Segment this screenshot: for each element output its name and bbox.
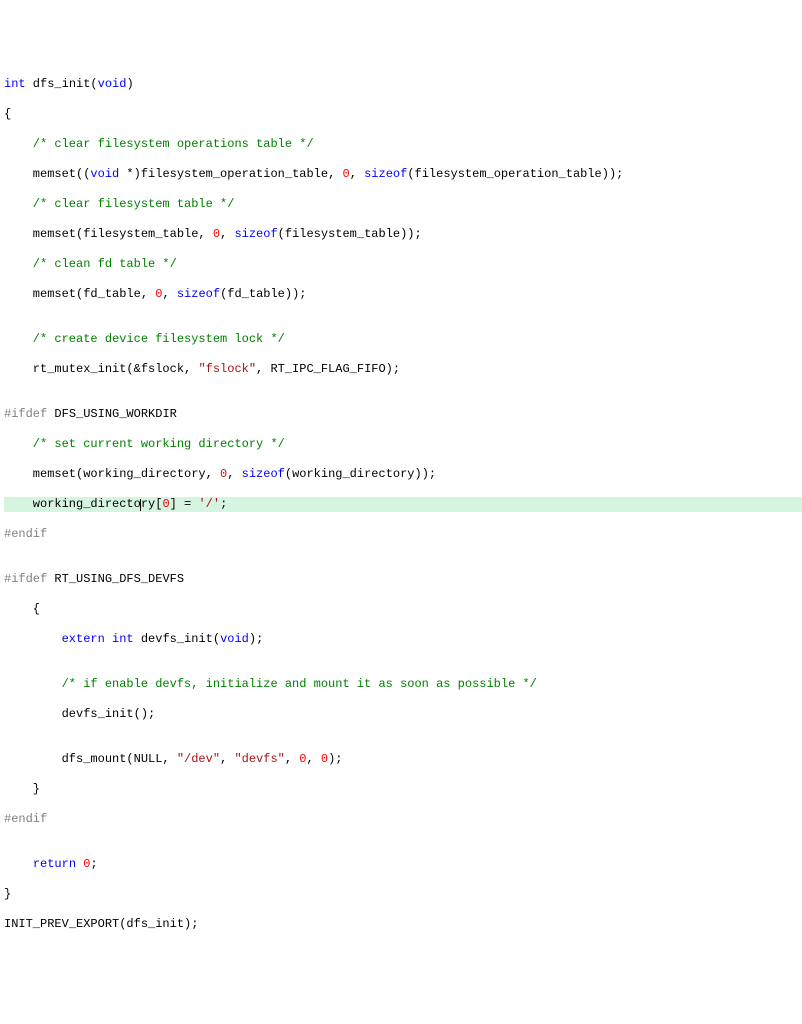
text	[105, 632, 112, 646]
keyword: return	[33, 857, 76, 871]
text: memset(fd_table,	[4, 287, 155, 301]
keyword: void	[98, 77, 127, 91]
keyword: extern	[62, 632, 105, 646]
text: ,	[227, 467, 241, 481]
code-line: /* if enable devfs, initialize and mount…	[4, 677, 802, 692]
text	[4, 632, 62, 646]
comment: /* if enable devfs, initialize and mount…	[4, 677, 537, 691]
preprocessor: #ifdef	[4, 572, 47, 586]
code-line: /* set current working directory */	[4, 437, 802, 452]
code-line: extern int devfs_init(void);	[4, 632, 802, 647]
text: )	[126, 77, 133, 91]
number: 0	[342, 167, 349, 181]
keyword: sizeof	[364, 167, 407, 181]
text: devfs_init(	[134, 632, 220, 646]
code-line: /* clear filesystem operations table */	[4, 137, 802, 152]
text: ;	[90, 857, 97, 871]
code-line: /* clear filesystem table */	[4, 197, 802, 212]
text	[4, 857, 33, 871]
code-line: #ifdef RT_USING_DFS_DEVFS	[4, 572, 802, 587]
comment: /* clear filesystem table */	[4, 197, 234, 211]
code-line: #endif	[4, 812, 802, 827]
text: ,	[162, 287, 176, 301]
text: (working_directory));	[285, 467, 436, 481]
code-line: return 0;	[4, 857, 802, 872]
text: ,	[306, 752, 320, 766]
text: RT_USING_DFS_DEVFS	[47, 572, 184, 586]
text: ;	[220, 497, 227, 511]
code-line: /* clean fd table */	[4, 257, 802, 272]
code-line: memset((void *)filesystem_operation_tabl…	[4, 167, 802, 182]
text: (fd_table));	[220, 287, 306, 301]
text: working_directo	[4, 497, 141, 511]
text: DFS_USING_WORKDIR	[47, 407, 177, 421]
string: "fslock"	[198, 362, 256, 376]
comment: /* set current working directory */	[4, 437, 285, 451]
keyword: sizeof	[242, 467, 285, 481]
code-line: memset(fd_table, 0, sizeof(fd_table));	[4, 287, 802, 302]
code-line: {	[4, 107, 802, 122]
text: rt_mutex_init(&fslock,	[4, 362, 198, 376]
comment: /* create device filesystem lock */	[4, 332, 285, 346]
preprocessor: #ifdef	[4, 407, 47, 421]
code-line: }	[4, 782, 802, 797]
code-line: dfs_mount(NULL, "/dev", "devfs", 0, 0);	[4, 752, 802, 767]
code-line-highlighted: working_directory[0] = '/';	[4, 497, 802, 512]
code-line: int dfs_init(void)	[4, 77, 802, 92]
string: '/'	[198, 497, 220, 511]
keyword: void	[220, 632, 249, 646]
code-line: memset(filesystem_table, 0, sizeof(files…	[4, 227, 802, 242]
text: (filesystem_operation_table));	[407, 167, 623, 181]
code-line: {	[4, 602, 802, 617]
code-line: #ifdef DFS_USING_WORKDIR	[4, 407, 802, 422]
code-line: devfs_init();	[4, 707, 802, 722]
preprocessor: #endif	[4, 812, 47, 826]
text: ,	[220, 752, 234, 766]
string: "/dev"	[177, 752, 220, 766]
keyword: sizeof	[234, 227, 277, 241]
text: (filesystem_table));	[278, 227, 422, 241]
text: ,	[285, 752, 299, 766]
keyword: int	[4, 77, 26, 91]
number: 0	[321, 752, 328, 766]
code-block: int dfs_init(void) { /* clear filesystem…	[4, 62, 802, 947]
text: dfs_init(	[26, 77, 98, 91]
code-line: /* create device filesystem lock */	[4, 332, 802, 347]
text: *)filesystem_operation_table,	[119, 167, 342, 181]
code-line: INIT_PREV_EXPORT(dfs_init);	[4, 917, 802, 932]
text: ,	[350, 167, 364, 181]
number: 0	[162, 497, 169, 511]
keyword: int	[112, 632, 134, 646]
text	[76, 857, 83, 871]
comment: /* clean fd table */	[4, 257, 177, 271]
code-line: #endif	[4, 527, 802, 542]
code-line: }	[4, 887, 802, 902]
number: 0	[299, 752, 306, 766]
text: );	[249, 632, 263, 646]
number: 0	[83, 857, 90, 871]
keyword: void	[90, 167, 119, 181]
text: , RT_IPC_FLAG_FIFO);	[256, 362, 400, 376]
string: "devfs"	[234, 752, 284, 766]
number: 0	[213, 227, 220, 241]
code-line: memset(working_directory, 0, sizeof(work…	[4, 467, 802, 482]
preprocessor: #endif	[4, 527, 47, 541]
text: ,	[220, 227, 234, 241]
text: ] =	[170, 497, 199, 511]
text: memset((	[4, 167, 90, 181]
code-line: rt_mutex_init(&fslock, "fslock", RT_IPC_…	[4, 362, 802, 377]
text: );	[328, 752, 342, 766]
text: dfs_mount(NULL,	[4, 752, 177, 766]
text: memset(filesystem_table,	[4, 227, 213, 241]
keyword: sizeof	[177, 287, 220, 301]
comment: /* clear filesystem operations table */	[4, 137, 314, 151]
text: ry[	[141, 497, 163, 511]
text: memset(working_directory,	[4, 467, 220, 481]
